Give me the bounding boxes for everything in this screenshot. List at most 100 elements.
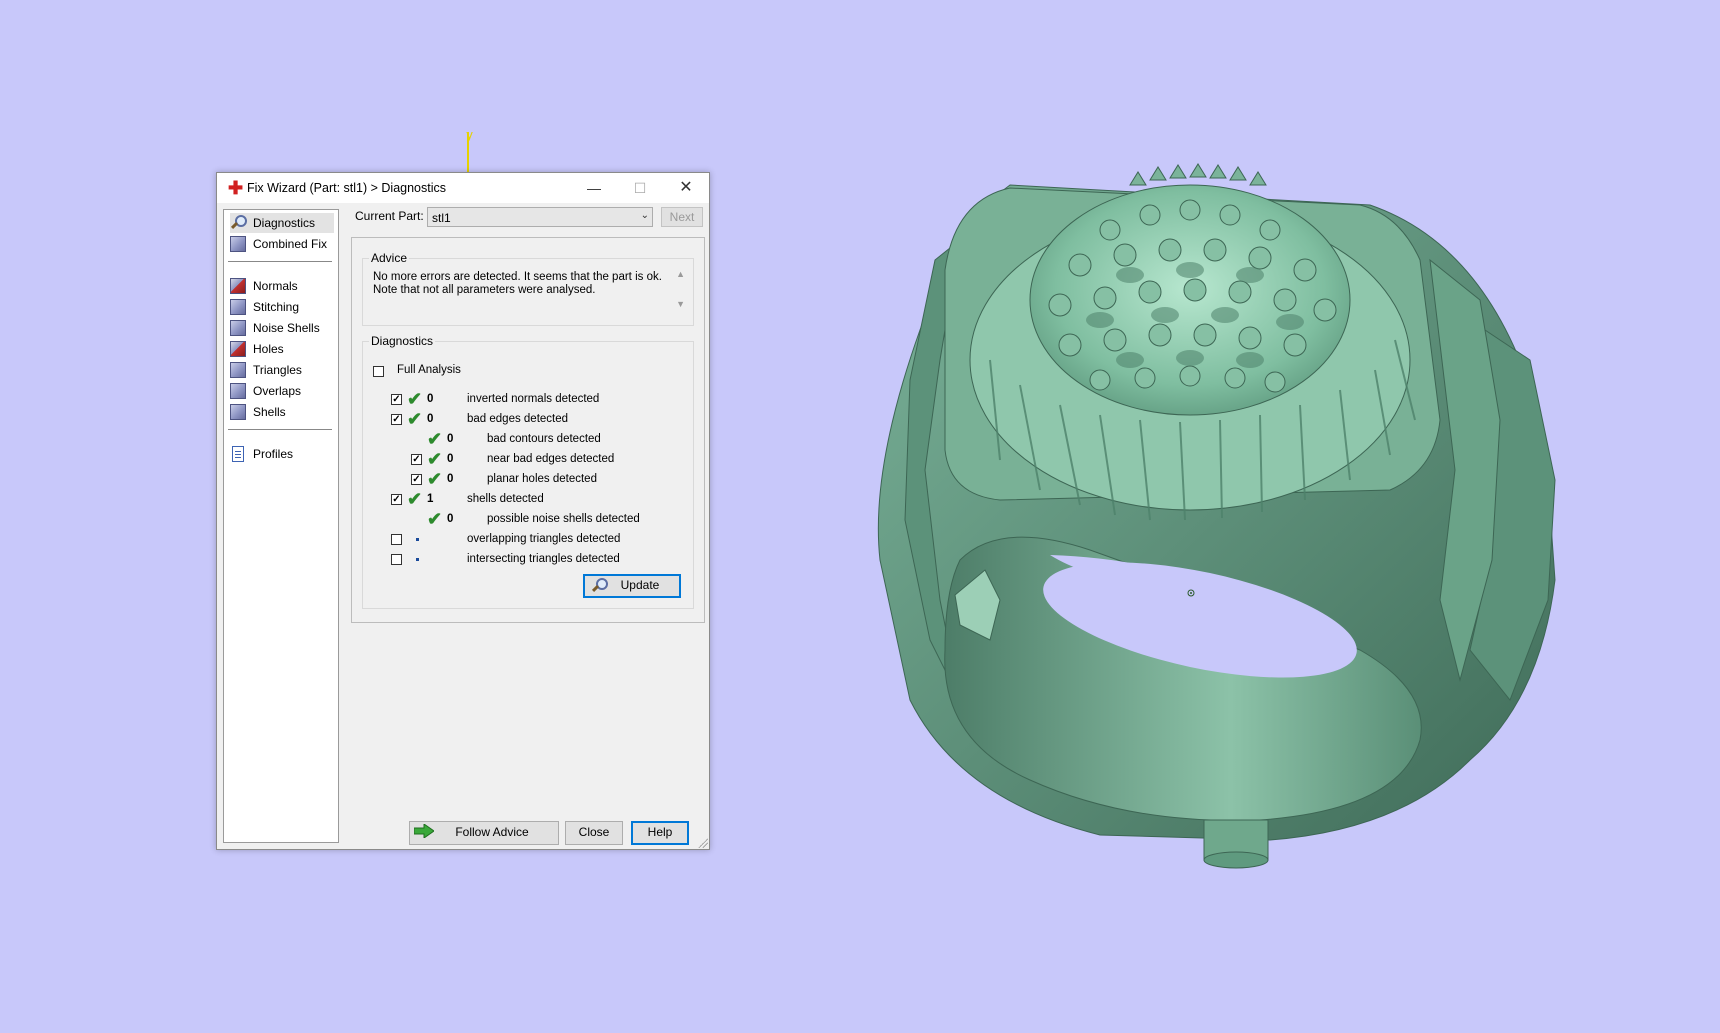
diag-label: inverted normals detected xyxy=(467,393,600,405)
diagnostics-title: Diagnostics xyxy=(369,334,436,348)
green-check-icon: ✔ xyxy=(427,509,443,529)
advice-text: No more errors are detected. It seems th… xyxy=(373,271,662,296)
resize-grip[interactable] xyxy=(698,838,708,848)
pending-dot-icon xyxy=(416,558,419,561)
scroll-down-icon[interactable]: ▼ xyxy=(676,299,685,309)
diag-row: ✓ ✔ 0 planar holes detected xyxy=(363,469,691,490)
nav-divider xyxy=(228,261,332,262)
triangles-cube-icon xyxy=(230,362,246,378)
nav-item-label: Shells xyxy=(253,405,286,419)
current-part-select[interactable]: stl1 ⌄ xyxy=(427,207,653,227)
pending-dot-icon xyxy=(416,538,419,541)
overlaps-cube-icon xyxy=(230,383,246,399)
normals-cube-icon xyxy=(230,278,246,294)
nav-item-overlaps[interactable]: Overlaps xyxy=(230,381,334,401)
shells-cube-icon xyxy=(230,404,246,420)
holes-cube-icon xyxy=(230,341,246,357)
green-check-icon: ✔ xyxy=(427,429,443,449)
green-check-icon: ✔ xyxy=(407,409,423,429)
update-button[interactable]: Update xyxy=(583,574,681,598)
diagnostics-panel: Advice No more errors are detected. It s… xyxy=(351,237,705,623)
diag-row: ✓ ✔ 0 near bad edges detected xyxy=(363,449,691,470)
green-arrow-icon xyxy=(414,824,434,838)
close-button[interactable]: Close xyxy=(565,821,623,845)
nav-item-label: Normals xyxy=(253,279,298,293)
full-analysis-checkbox[interactable] xyxy=(373,366,384,377)
nav-item-label: Diagnostics xyxy=(253,216,316,230)
follow-advice-button[interactable]: Follow Advice xyxy=(409,821,559,845)
diag-count: 0 xyxy=(447,433,454,445)
diag-row: overlapping triangles detected xyxy=(363,532,691,550)
diag-label: intersecting triangles detected xyxy=(467,553,620,565)
magnifier-icon xyxy=(230,215,247,231)
diag-checkbox[interactable]: ✓ xyxy=(391,494,402,505)
nav-item-holes[interactable]: Holes xyxy=(230,339,334,359)
maximize-button[interactable]: ☐ xyxy=(617,173,663,203)
diag-count: 0 xyxy=(427,413,434,425)
diagnostics-group: Diagnostics Full Analysis ✓ ✔ 0 inverted… xyxy=(362,334,694,609)
diag-label: near bad edges detected xyxy=(487,453,615,465)
scroll-up-icon[interactable]: ▲ xyxy=(676,269,685,279)
nav-item-label: Triangles xyxy=(253,363,302,377)
nav-item-label: Stitching xyxy=(253,300,300,314)
cube-icon xyxy=(230,236,246,252)
nav-item-stitching[interactable]: Stitching xyxy=(230,297,334,317)
magnifier-icon xyxy=(591,578,608,594)
next-button[interactable]: Next xyxy=(661,207,703,227)
nav-item-triangles[interactable]: Triangles xyxy=(230,360,334,380)
diag-checkbox[interactable] xyxy=(391,534,402,545)
stitching-cube-icon xyxy=(230,299,246,315)
diag-checkbox[interactable]: ✓ xyxy=(391,414,402,425)
diag-checkbox[interactable] xyxy=(391,554,402,565)
fix-wizard-dialog: ✚ Fix Wizard (Part: stl1) > Diagnostics … xyxy=(216,172,710,850)
document-icon xyxy=(232,446,244,462)
diag-count: 0 xyxy=(447,513,454,525)
minimize-button[interactable]: — xyxy=(571,173,617,203)
diag-label: bad edges detected xyxy=(467,413,569,425)
diag-checkbox[interactable]: ✓ xyxy=(411,474,422,485)
nav-item-combined-fix[interactable]: Combined Fix xyxy=(230,234,334,254)
diag-row: intersecting triangles detected xyxy=(363,552,691,570)
diag-count: 0 xyxy=(447,473,454,485)
diag-label: overlapping triangles detected xyxy=(467,533,621,545)
diag-count: 0 xyxy=(427,393,434,405)
diag-checkbox[interactable]: ✓ xyxy=(391,394,402,405)
update-button-label: Update xyxy=(620,578,660,592)
diag-label: bad contours detected xyxy=(487,433,601,445)
close-window-button[interactable]: ✕ xyxy=(663,173,709,203)
diag-checkbox[interactable]: ✓ xyxy=(411,454,422,465)
noise-shells-icon xyxy=(230,320,246,336)
diag-label: possible noise shells detected xyxy=(487,513,640,525)
green-check-icon: ✔ xyxy=(407,389,423,409)
diag-label: planar holes detected xyxy=(487,473,597,485)
nav-item-label: Noise Shells xyxy=(253,321,320,335)
nav-item-diagnostics[interactable]: Diagnostics xyxy=(230,213,334,233)
diag-row: ✓ ✔ 1 shells detected xyxy=(363,489,691,510)
help-button[interactable]: Help xyxy=(631,821,689,845)
current-part-label: Current Part: xyxy=(355,209,424,223)
nav-item-label: Combined Fix xyxy=(253,237,328,251)
nav-item-shells[interactable]: Shells xyxy=(230,402,334,422)
full-analysis-label: Full Analysis xyxy=(397,364,461,376)
current-part-value: stl1 xyxy=(432,211,451,225)
chevron-down-icon: ⌄ xyxy=(640,210,649,221)
diag-row: ✔ 0 bad contours detected xyxy=(363,429,691,450)
diag-row: ✓ ✔ 0 inverted normals detected xyxy=(363,389,691,410)
follow-advice-label: Follow Advice xyxy=(455,825,529,839)
diag-label: shells detected xyxy=(467,493,544,505)
window-title: Fix Wizard (Part: stl1) > Diagnostics xyxy=(247,181,447,195)
nav-item-label: Overlaps xyxy=(253,384,302,398)
diag-count: 1 xyxy=(427,493,434,505)
nav-item-label: Holes xyxy=(253,342,284,356)
green-check-icon: ✔ xyxy=(427,449,443,469)
nav-item-label: Profiles xyxy=(253,447,294,461)
green-check-icon: ✔ xyxy=(427,469,443,489)
advice-title: Advice xyxy=(369,251,410,265)
green-check-icon: ✔ xyxy=(407,489,423,509)
nav-item-profiles[interactable]: Profiles xyxy=(230,444,334,464)
title-bar[interactable]: ✚ Fix Wizard (Part: stl1) > Diagnostics … xyxy=(217,173,709,203)
nav-item-noise-shells[interactable]: Noise Shells xyxy=(230,318,334,338)
nav-item-normals[interactable]: Normals xyxy=(230,276,334,296)
wizard-nav-list: Diagnostics Combined Fix Normals Stitchi… xyxy=(223,209,339,843)
red-cross-icon: ✚ xyxy=(228,178,244,198)
